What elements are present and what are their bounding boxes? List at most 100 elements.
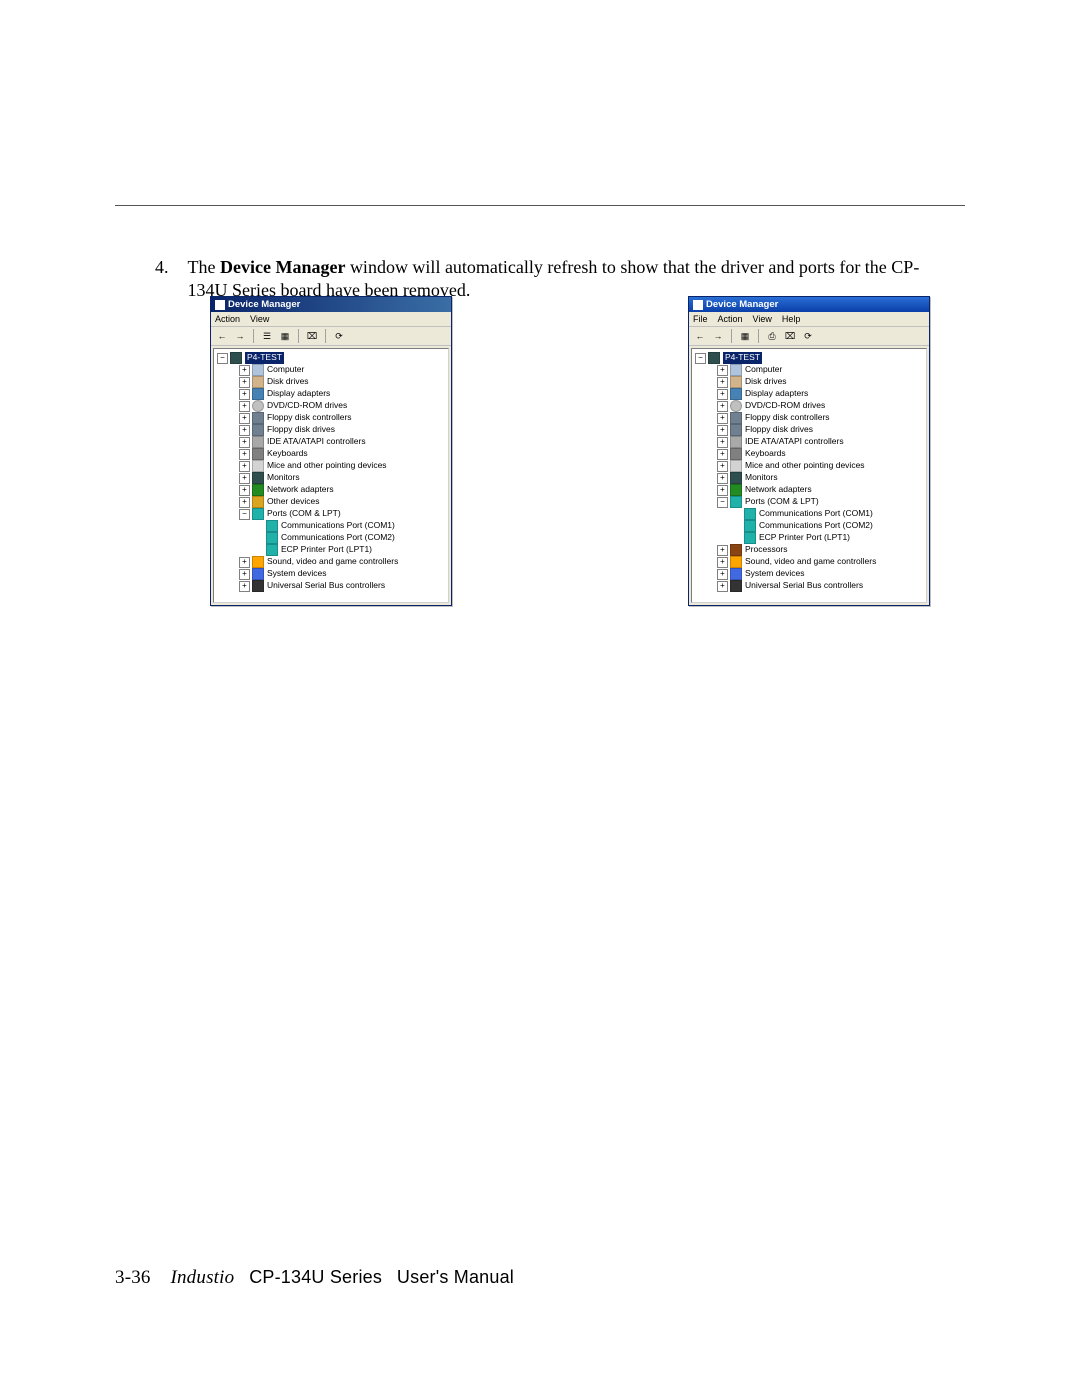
minus-icon[interactable]: − [239, 509, 250, 520]
tree-node[interactable]: +Sound, video and game controllers [217, 556, 445, 568]
properties-icon[interactable]: ⌧ [783, 329, 797, 343]
node-label[interactable]: Sound, video and game controllers [745, 556, 876, 567]
node-label[interactable]: Keyboards [745, 448, 786, 459]
plus-icon[interactable]: + [239, 389, 250, 400]
plus-icon[interactable]: + [717, 365, 728, 376]
tree-node[interactable]: +IDE ATA/ATAPI controllers [217, 436, 445, 448]
node-label[interactable]: Communications Port (COM2) [759, 520, 873, 531]
plus-icon[interactable]: + [717, 485, 728, 496]
plus-icon[interactable]: + [239, 449, 250, 460]
tree-node[interactable]: +Monitors [695, 472, 923, 484]
node-label[interactable]: Ports (COM & LPT) [745, 496, 819, 507]
grid-icon[interactable]: ▦ [278, 329, 292, 343]
plus-icon[interactable]: + [239, 569, 250, 580]
plus-icon[interactable]: + [717, 389, 728, 400]
properties-icon[interactable]: ⌧ [305, 329, 319, 343]
tree-node[interactable]: + Universal Serial Bus controllers [695, 580, 923, 592]
tree-node[interactable]: + Processors [695, 544, 923, 556]
node-label[interactable]: ECP Printer Port (LPT1) [281, 544, 372, 555]
tree-node[interactable]: + Keyboards [695, 448, 923, 460]
menu-view[interactable]: View [753, 314, 772, 324]
tree-node[interactable]: ECP Printer Port (LPT1) [695, 532, 923, 544]
node-label[interactable]: Ports (COM & LPT) [267, 508, 341, 519]
tree-node[interactable]: Communications Port (COM2) [695, 520, 923, 532]
plus-icon[interactable]: + [239, 497, 250, 508]
plus-icon[interactable]: + [239, 401, 250, 412]
tree-node[interactable]: Communications Port (COM2) [217, 532, 445, 544]
tree-root[interactable]: − P4-TEST [695, 352, 923, 364]
tree-node[interactable]: +System devices [217, 568, 445, 580]
plus-icon[interactable]: + [717, 545, 728, 556]
node-label[interactable]: IDE ATA/ATAPI controllers [267, 436, 366, 447]
menu-action[interactable]: Action [215, 314, 240, 324]
plus-icon[interactable]: + [239, 581, 250, 592]
plus-icon[interactable]: + [717, 377, 728, 388]
tree-node[interactable]: + Disk drives [695, 376, 923, 388]
tree-node[interactable]: +Other devices [217, 496, 445, 508]
node-label[interactable]: Universal Serial Bus controllers [267, 580, 385, 591]
back-icon[interactable]: ← [215, 329, 229, 343]
tree-node[interactable]: +Keyboards [217, 448, 445, 460]
menu-view[interactable]: View [250, 314, 269, 324]
node-label[interactable]: Mice and other pointing devices [267, 460, 387, 471]
minus-icon[interactable]: − [217, 353, 228, 364]
plus-icon[interactable]: + [717, 461, 728, 472]
node-label[interactable]: Network adapters [267, 484, 334, 495]
minus-icon[interactable]: − [695, 353, 706, 364]
node-label[interactable]: IDE ATA/ATAPI controllers [745, 436, 844, 447]
plus-icon[interactable]: + [717, 581, 728, 592]
tree-node[interactable]: + Floppy disk drives [217, 424, 445, 436]
tree-node[interactable]: + Display adapters [695, 388, 923, 400]
tree-node[interactable]: +Display adapters [217, 388, 445, 400]
plus-icon[interactable]: + [717, 437, 728, 448]
menu-help[interactable]: Help [782, 314, 801, 324]
tree-node[interactable]: +DVD/CD-ROM drives [695, 400, 923, 412]
forward-icon[interactable]: → [233, 329, 247, 343]
node-label[interactable]: Monitors [745, 472, 778, 483]
node-label[interactable]: Floppy disk drives [267, 424, 335, 435]
node-label[interactable]: ECP Printer Port (LPT1) [759, 532, 850, 543]
plus-icon[interactable]: + [239, 365, 250, 376]
tree-node[interactable]: +Mice and other pointing devices [695, 460, 923, 472]
tree-node[interactable]: − Ports (COM & LPT) [217, 508, 445, 520]
node-label[interactable]: Display adapters [745, 388, 808, 399]
node-label[interactable]: Communications Port (COM2) [281, 532, 395, 543]
node-label[interactable]: Monitors [267, 472, 300, 483]
plus-icon[interactable]: + [717, 569, 728, 580]
node-label[interactable]: Disk drives [745, 376, 787, 387]
plus-icon[interactable]: + [717, 557, 728, 568]
root-label[interactable]: P4-TEST [245, 352, 284, 363]
plus-icon[interactable]: + [717, 425, 728, 436]
node-label[interactable]: DVD/CD-ROM drives [745, 400, 825, 411]
plus-icon[interactable]: + [239, 425, 250, 436]
node-label[interactable]: Computer [745, 364, 782, 375]
node-label[interactable]: Universal Serial Bus controllers [745, 580, 863, 591]
node-label[interactable]: DVD/CD-ROM drives [267, 400, 347, 411]
root-label[interactable]: P4-TEST [723, 352, 762, 363]
node-label[interactable]: Communications Port (COM1) [281, 520, 395, 531]
tree-node[interactable]: +Floppy disk controllers [217, 412, 445, 424]
tree-node[interactable]: + System devices [695, 568, 923, 580]
minus-icon[interactable]: − [717, 497, 728, 508]
node-label[interactable]: Floppy disk drives [745, 424, 813, 435]
tree-node[interactable]: ECP Printer Port (LPT1) [217, 544, 445, 556]
tree-node[interactable]: +Network adapters [695, 484, 923, 496]
tree-node[interactable]: +Disk drives [217, 376, 445, 388]
grid-icon[interactable]: ▦ [738, 329, 752, 343]
node-label[interactable]: Floppy disk controllers [745, 412, 830, 423]
menu-action[interactable]: Action [718, 314, 743, 324]
tree-node[interactable]: +Computer [217, 364, 445, 376]
node-label[interactable]: System devices [745, 568, 805, 579]
back-icon[interactable]: ← [693, 329, 707, 343]
plus-icon[interactable]: + [239, 413, 250, 424]
tree-node[interactable]: Communications Port (COM1) [695, 508, 923, 520]
plus-icon[interactable]: + [717, 449, 728, 460]
tree-node[interactable]: +Mice and other pointing devices [217, 460, 445, 472]
plus-icon[interactable]: + [239, 485, 250, 496]
tree-node[interactable]: +Floppy disk controllers [695, 412, 923, 424]
forward-icon[interactable]: → [711, 329, 725, 343]
refresh-icon[interactable]: ⟳ [801, 329, 815, 343]
node-label[interactable]: Processors [745, 544, 788, 555]
plus-icon[interactable]: + [239, 377, 250, 388]
tree-node[interactable]: +Monitors [217, 472, 445, 484]
